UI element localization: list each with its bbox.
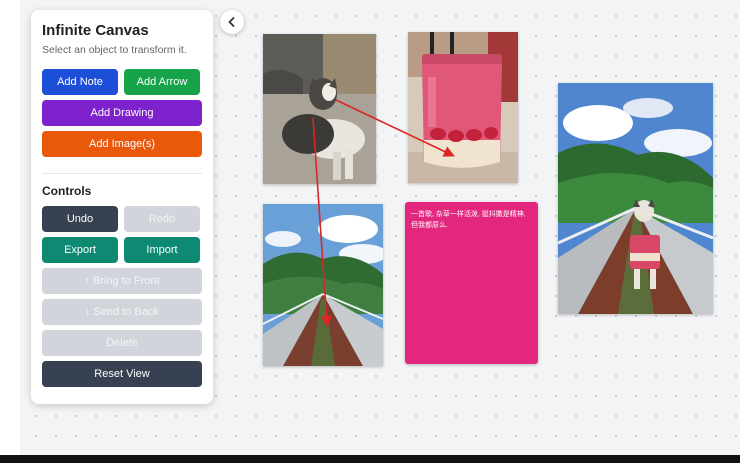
collapse-panel-button[interactable] <box>220 10 244 34</box>
panel-subtitle: Select an object to transform it. <box>42 44 187 56</box>
delete-button[interactable]: Delete <box>42 330 202 356</box>
panel-title: Infinite Canvas <box>42 22 149 39</box>
import-button[interactable]: Import <box>124 237 200 263</box>
panel-divider <box>42 173 202 174</box>
export-button[interactable]: Export <box>42 237 118 263</box>
arrow-cat-to-drink[interactable] <box>335 99 455 157</box>
add-arrow-button[interactable]: Add Arrow <box>124 69 200 95</box>
redo-button[interactable]: Redo <box>124 206 200 232</box>
bring-to-front-button[interactable]: ↑ Bring to Front <box>42 268 202 294</box>
controls-title: Controls <box>42 184 92 198</box>
control-panel: Infinite Canvas Select an object to tran… <box>31 10 213 404</box>
add-images-button[interactable]: Add Image(s) <box>42 131 202 157</box>
undo-button[interactable]: Undo <box>42 206 118 232</box>
add-note-button[interactable]: Add Note <box>42 69 118 95</box>
send-to-back-button[interactable]: ↓ Send to Back <box>42 299 202 325</box>
reset-view-button[interactable]: Reset View <box>42 361 202 387</box>
arrow-cat-to-bridge[interactable] <box>312 117 333 328</box>
chevron-left-icon <box>228 17 235 27</box>
add-drawing-button[interactable]: Add Drawing <box>42 100 202 126</box>
